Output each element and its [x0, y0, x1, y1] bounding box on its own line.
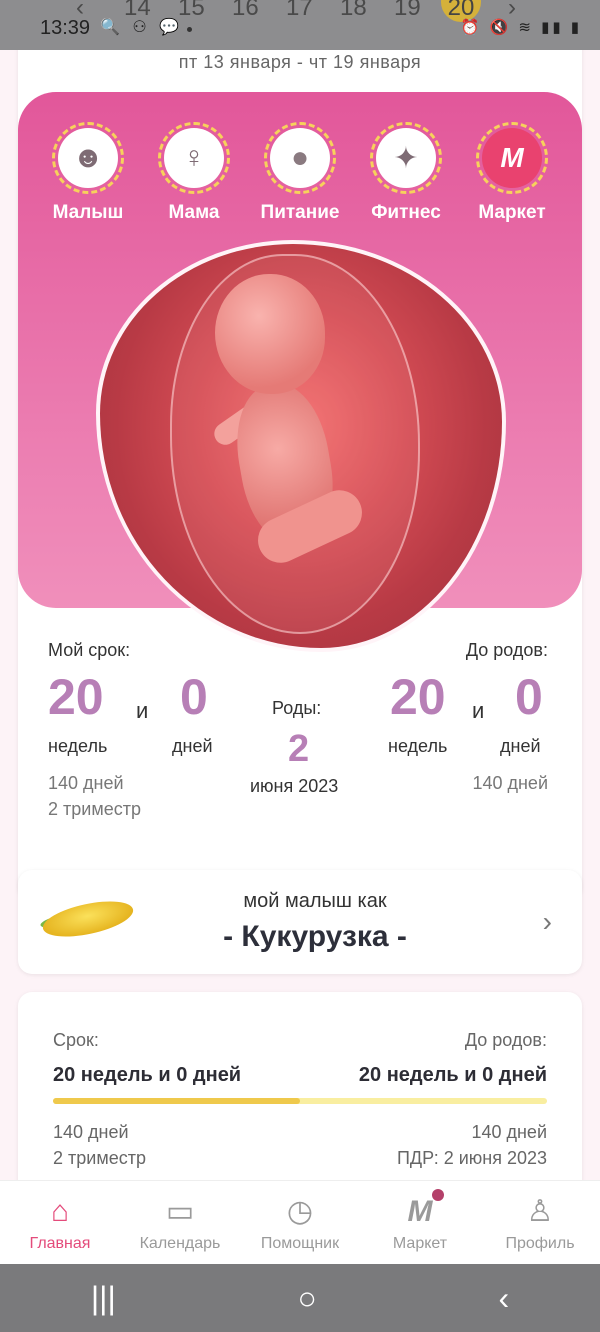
until-birth-weeks: 20	[390, 669, 446, 725]
calendar-icon: ▭	[165, 1195, 195, 1228]
category-mother[interactable]: ♀ Мама	[146, 122, 242, 224]
tab-calendar[interactable]: ▭ Календарь	[120, 1181, 240, 1264]
home-button[interactable]: ○	[297, 1280, 316, 1317]
birth-month-year: июня 2023	[250, 776, 339, 796]
profile-icon: ♙	[526, 1195, 554, 1228]
mother-icon: ♀	[164, 128, 224, 188]
market-icon: M	[482, 128, 542, 188]
category-baby[interactable]: ☻ Малыш	[40, 122, 136, 224]
event-dot	[187, 27, 192, 32]
category-label: Мама	[168, 202, 220, 223]
timer-icon: ◷	[286, 1195, 314, 1228]
tab-label: Главная	[29, 1235, 91, 1252]
my-term-trimester: 2 триместр	[48, 799, 141, 819]
until-label: До родов:	[464, 1030, 547, 1050]
category-label: Питание	[260, 202, 340, 223]
week-day[interactable]: 19	[394, 0, 421, 22]
and-text: и	[472, 698, 485, 723]
chevron-right-icon: ›	[542, 906, 552, 937]
birth-day: 2	[288, 728, 310, 770]
category-row: ☻ Малыш ♀ Мама ● Питание ✦ Фитнес M Марк…	[18, 122, 582, 224]
category-label: Маркет	[478, 202, 546, 223]
notification-badge	[432, 1189, 444, 1201]
due-date: ПДР: 2 июня 2023	[396, 1148, 547, 1168]
status-bar: ‹ 14 15 16 17 18 19 20 › 13:39 🔍 ⚇ 💬 ⏰ 🔇…	[0, 0, 600, 50]
days-unit: дней	[172, 736, 213, 756]
days-right: 140 дней	[471, 1122, 547, 1142]
progress-bar	[53, 1098, 547, 1104]
baby-size-fruit: - Кукурузка -	[223, 920, 407, 953]
until-value: 20 недель и 0 дней	[358, 1064, 547, 1086]
status-time: 13:39	[40, 17, 91, 39]
until-birth-label: До родов:	[465, 640, 548, 660]
week-day[interactable]: 17	[286, 0, 313, 22]
until-birth-total-days: 140 дней	[472, 773, 548, 793]
and-text: и	[136, 698, 149, 723]
tab-label: Помощник	[260, 1235, 340, 1252]
tab-assistant[interactable]: ◷ Помощник	[240, 1181, 360, 1264]
system-status-icons: ⏰ 🔇 ≋ ▮▮ ▮	[460, 19, 582, 36]
recent-apps-button[interactable]: |||	[91, 1280, 116, 1317]
tab-market[interactable]: M Маркет	[360, 1181, 480, 1264]
system-nav-bar: ||| ○ ‹	[0, 1264, 600, 1332]
week-day[interactable]: 16	[232, 0, 259, 22]
term-label: Срок:	[53, 1030, 99, 1050]
baby-size-caption: мой малыш как	[243, 890, 387, 912]
term-value: 20 недель и 0 дней	[53, 1064, 242, 1086]
category-nutrition[interactable]: ● Питание	[252, 122, 348, 224]
home-icon: ⌂	[50, 1195, 70, 1228]
tab-profile[interactable]: ♙ Профиль	[480, 1181, 600, 1264]
tab-home[interactable]: ⌂ Главная	[0, 1181, 120, 1264]
baby-size-card[interactable]: мой малыш как - Кукурузка - ›	[18, 870, 582, 974]
category-market[interactable]: M Маркет	[464, 122, 560, 224]
tab-label: Маркет	[392, 1235, 448, 1252]
tab-label: Календарь	[139, 1235, 221, 1252]
week-day[interactable]: 18	[340, 0, 367, 22]
category-label: Фитнес	[371, 202, 441, 223]
until-birth-days: 0	[515, 669, 543, 725]
category-label: Малыш	[52, 202, 124, 223]
fitness-icon: ✦	[376, 128, 436, 188]
my-term-total-days: 140 дней	[48, 773, 124, 793]
date-range: пт 13 января - чт 19 января	[178, 52, 422, 72]
weeks-unit: недель	[388, 736, 448, 756]
progress-card: Срок: До родов: 20 недель и 0 дней 20 не…	[18, 992, 582, 1180]
bottom-tab-bar: ⌂ Главная ▭ Календарь ◷ Помощник M Марке…	[0, 1180, 600, 1264]
weeks-unit: недель	[48, 736, 108, 756]
home-scroll[interactable]: пт 13 января - чт 19 января ☻ Малыш ♀ Ма…	[0, 50, 600, 1180]
back-button[interactable]: ‹	[498, 1280, 509, 1317]
market-icon: M	[407, 1195, 433, 1228]
category-fitness[interactable]: ✦ Фитнес	[358, 122, 454, 224]
my-term-weeks: 20	[48, 669, 104, 725]
trimester: 2 триместр	[53, 1148, 146, 1168]
my-term-label: Мой срок:	[48, 640, 131, 660]
birth-label: Роды:	[272, 698, 322, 718]
tab-label: Профиль	[505, 1235, 575, 1252]
notification-icons: 🔍 ⚇ 💬	[100, 19, 184, 36]
my-term-days: 0	[180, 669, 208, 725]
progress-bar-fill	[53, 1098, 300, 1104]
days-left: 140 дней	[53, 1122, 129, 1142]
baby-icon: ☻	[58, 128, 118, 188]
days-unit: дней	[500, 736, 541, 756]
apple-icon: ●	[270, 128, 330, 188]
